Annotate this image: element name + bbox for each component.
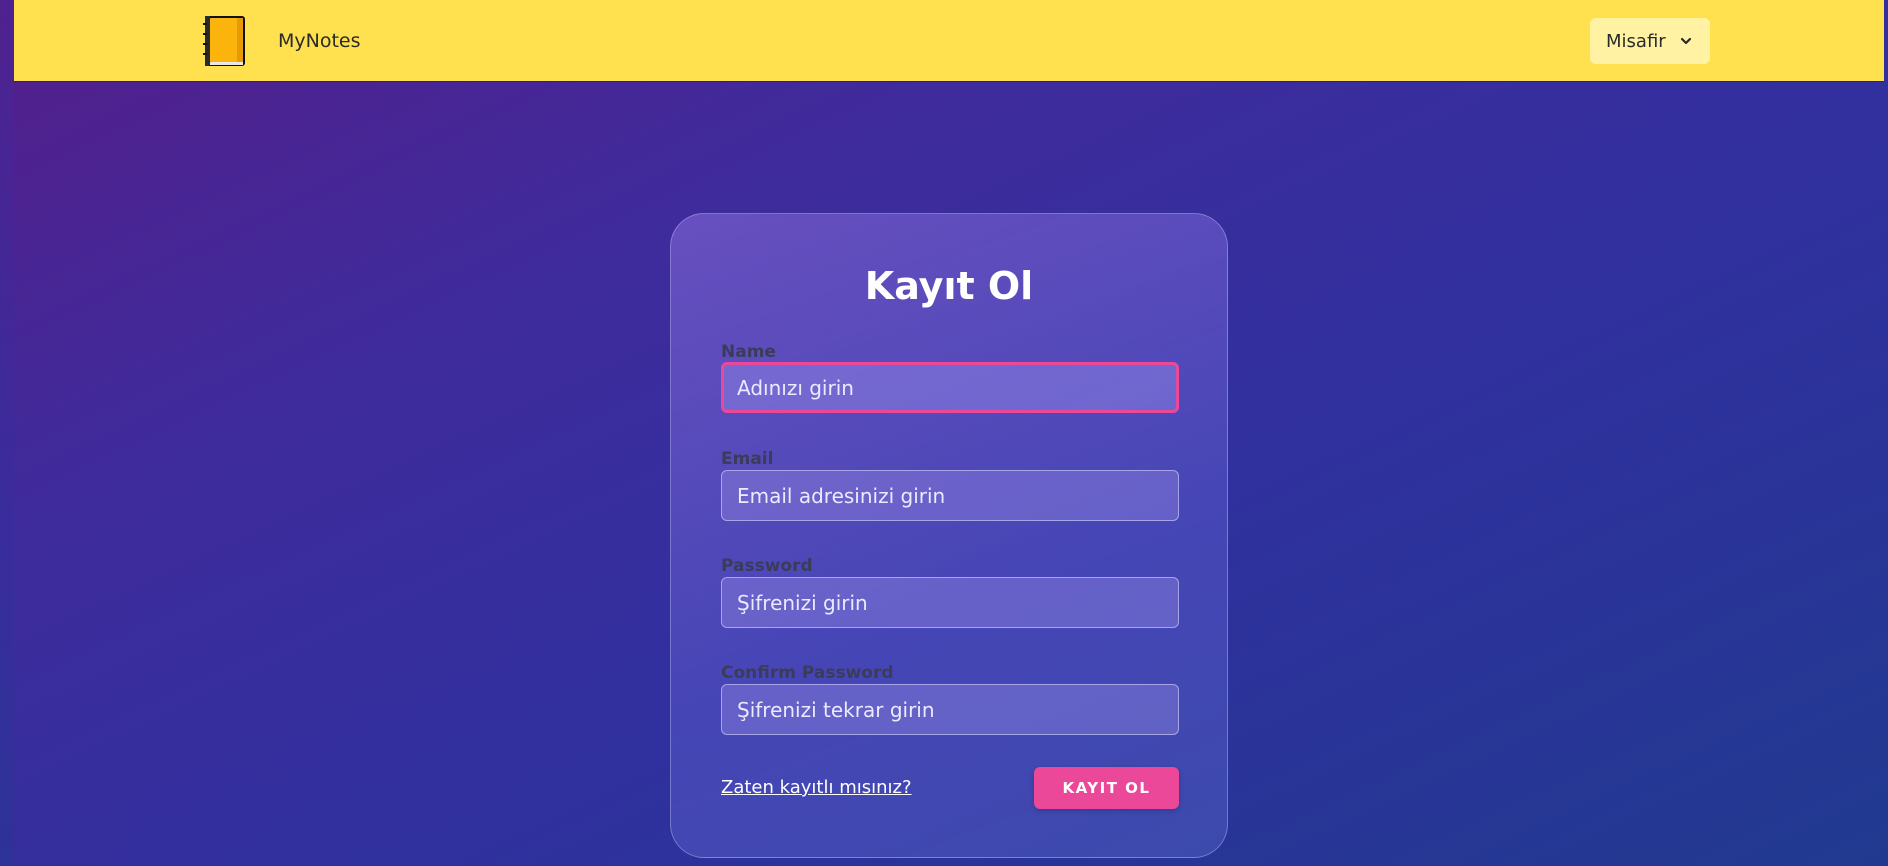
register-button[interactable]: KAYIT OL bbox=[1034, 767, 1179, 809]
email-input[interactable] bbox=[721, 470, 1179, 521]
top-navbar: MyNotes Misafir bbox=[14, 0, 1884, 82]
name-label: Name bbox=[721, 342, 776, 362]
notebook-icon[interactable] bbox=[194, 14, 254, 68]
register-card: Kayıt Ol Name Email Password Confirm Pas… bbox=[670, 213, 1228, 858]
password-label: Password bbox=[721, 556, 813, 576]
page-title: Kayıt Ol bbox=[864, 264, 1034, 308]
brand-name[interactable]: MyNotes bbox=[278, 30, 361, 52]
login-link[interactable]: Zaten kayıtlı mısınız? bbox=[721, 777, 912, 798]
confirm-password-input[interactable] bbox=[721, 684, 1179, 735]
left-edge-strip bbox=[0, 0, 14, 866]
user-menu-dropdown[interactable]: Misafir bbox=[1590, 18, 1710, 64]
confirm-password-label: Confirm Password bbox=[721, 663, 894, 683]
name-input[interactable] bbox=[721, 362, 1179, 413]
email-label: Email bbox=[721, 449, 774, 469]
chevron-down-icon bbox=[1680, 36, 1692, 46]
user-menu-label: Misafir bbox=[1606, 30, 1666, 52]
password-input[interactable] bbox=[721, 577, 1179, 628]
